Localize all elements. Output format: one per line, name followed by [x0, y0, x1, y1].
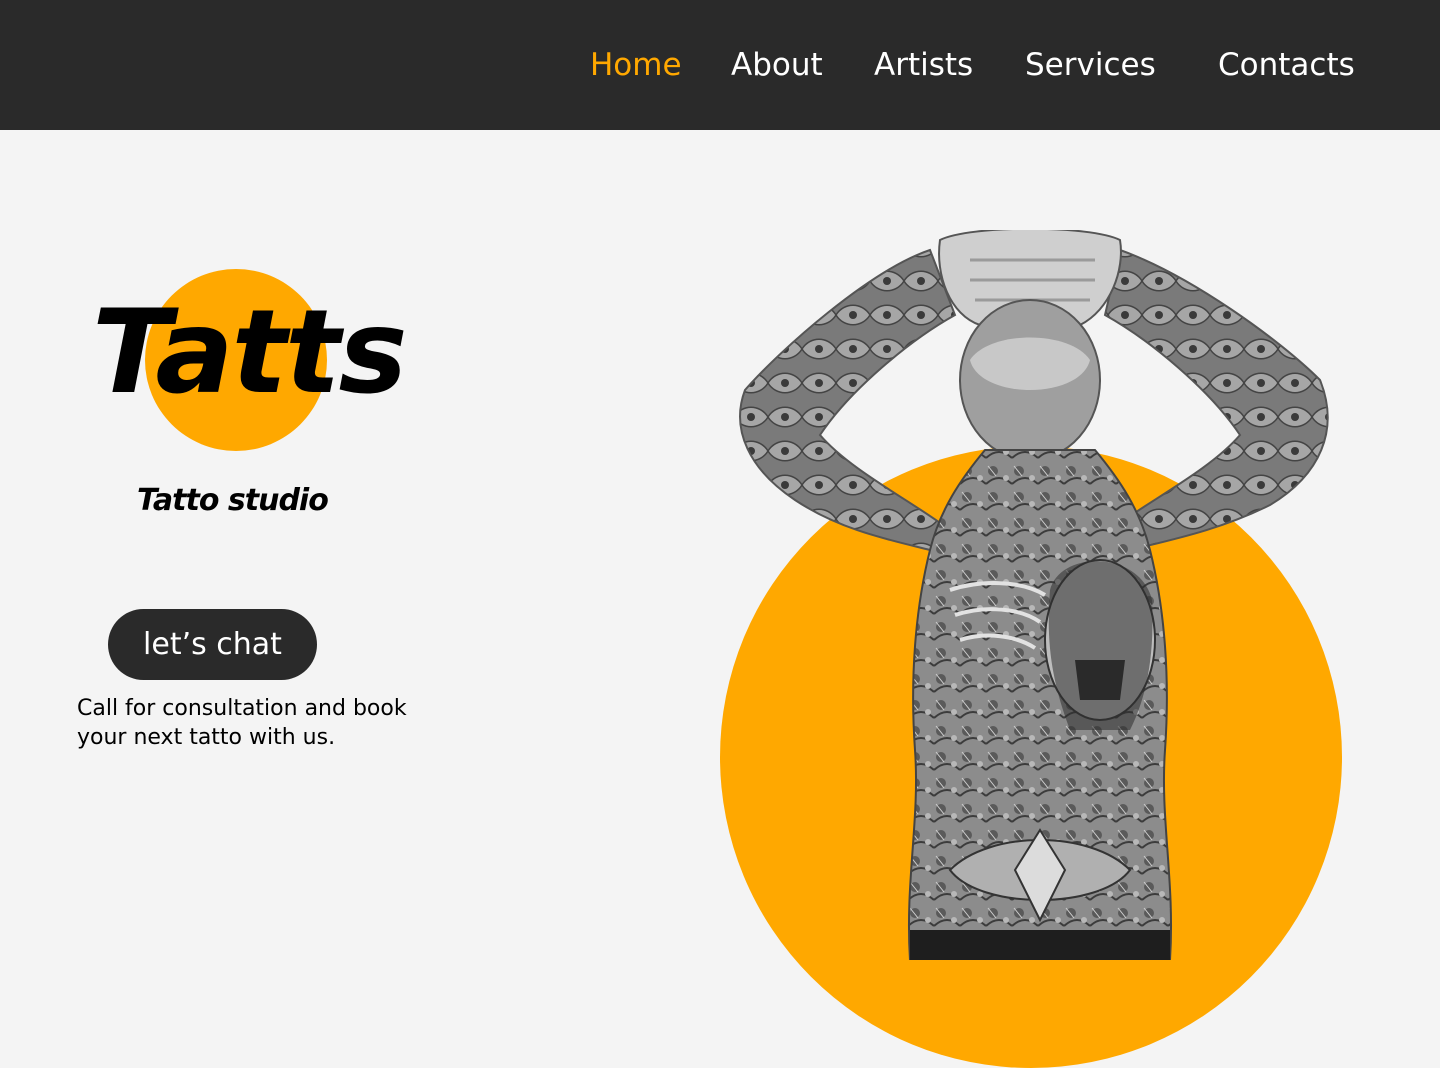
brand-logo: Tatts	[92, 285, 408, 420]
tattooed-back-illustration	[739, 230, 1329, 960]
left-arm	[739, 248, 957, 552]
consultation-description: Call for consultation and book your next…	[77, 696, 407, 750]
nav-home-link[interactable]: Home	[590, 44, 682, 86]
nav-about-link[interactable]: About	[731, 44, 823, 86]
nav-artists-link[interactable]: Artists	[874, 44, 973, 86]
brand-tagline: Tatto studio	[137, 483, 329, 518]
lets-chat-button[interactable]: let’s chat	[108, 609, 317, 680]
top-navigation-bar: Home About Artists Services Contacts	[0, 0, 1440, 130]
nav-contacts-link[interactable]: Contacts	[1218, 44, 1355, 86]
right-arm	[1103, 248, 1329, 552]
nav-services-link[interactable]: Services	[1025, 44, 1156, 86]
